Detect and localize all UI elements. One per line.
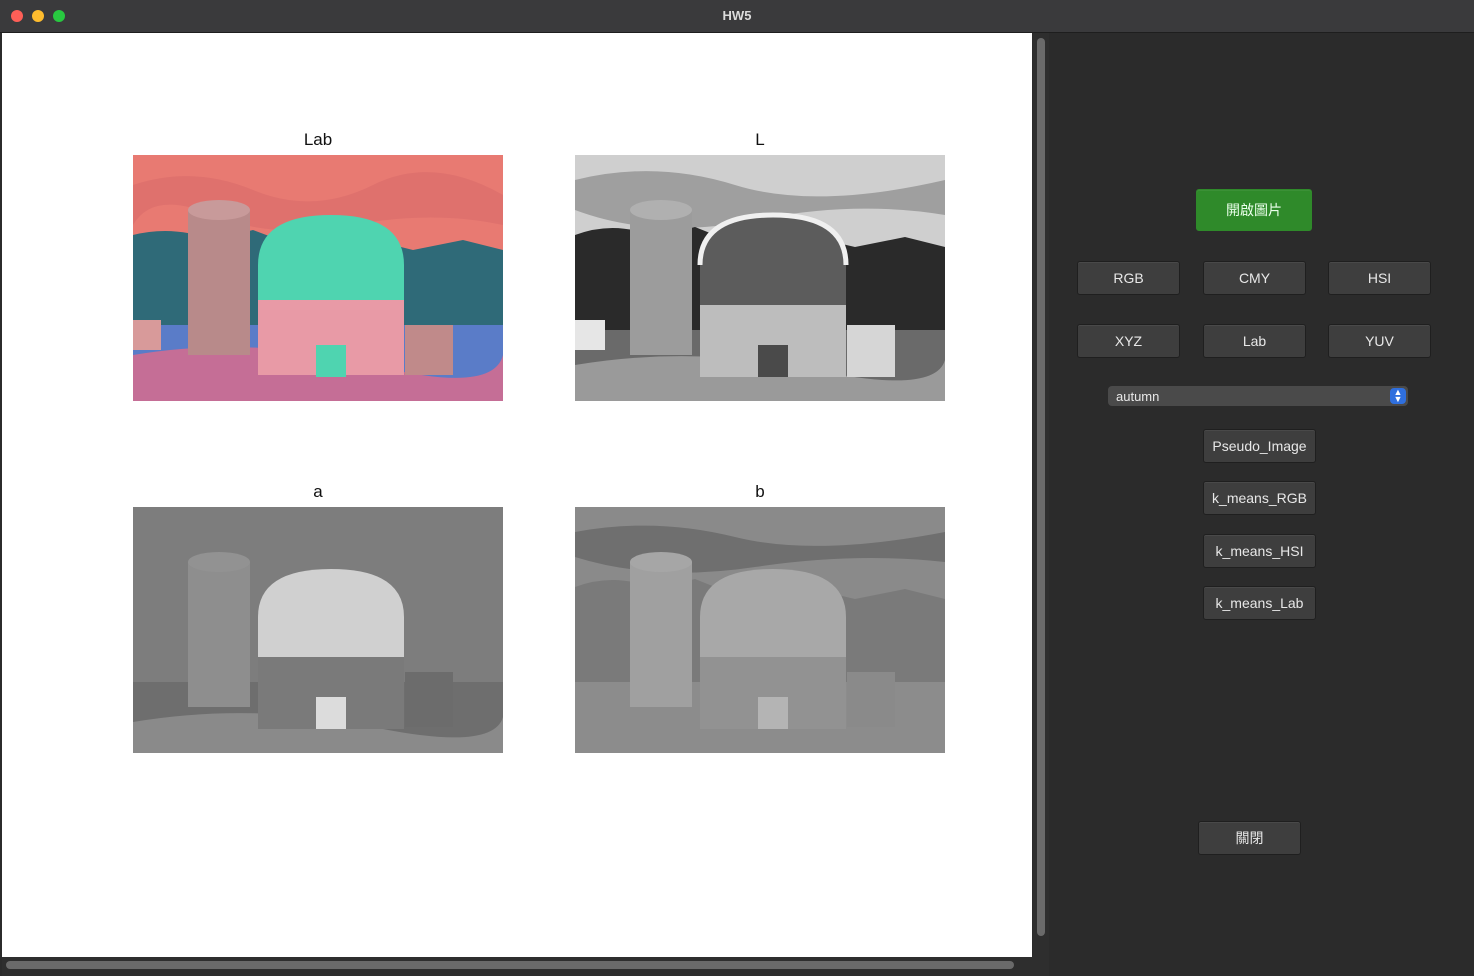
vertical-scrollbar-thumb[interactable]: [1037, 38, 1045, 936]
k-means-hsi-button[interactable]: k_means_HSI: [1203, 534, 1316, 568]
xyz-button[interactable]: XYZ: [1077, 324, 1180, 358]
a-image: [133, 507, 503, 753]
window-title: HW5: [722, 8, 752, 23]
pseudo-image-button[interactable]: Pseudo_Image: [1203, 429, 1316, 463]
plot-title-l: L: [755, 130, 765, 149]
yuv-button[interactable]: YUV: [1328, 324, 1431, 358]
hsi-button[interactable]: HSI: [1328, 261, 1431, 295]
colormap-select[interactable]: autumn ▲ ▼: [1108, 386, 1408, 406]
lab-button[interactable]: Lab: [1203, 324, 1306, 358]
l-image: [575, 155, 945, 401]
plot-title-b: b: [755, 482, 765, 501]
title-bar: HW5: [0, 0, 1474, 33]
plot-title-a: a: [313, 482, 323, 501]
open-image-button[interactable]: 開啟圖片: [1196, 189, 1312, 231]
rgb-button[interactable]: RGB: [1077, 261, 1180, 295]
horizontal-scrollbar-thumb[interactable]: [6, 961, 1014, 969]
plot-title-lab: Lab: [303, 130, 333, 149]
figure-canvas: Lab L a b: [2, 33, 1032, 957]
k-means-lab-button[interactable]: k_means_Lab: [1203, 586, 1316, 620]
lab-image: [133, 155, 503, 401]
k-means-rgb-button[interactable]: k_means_RGB: [1203, 481, 1316, 515]
b-image: [575, 507, 945, 753]
close-button[interactable]: 關閉: [1198, 821, 1301, 855]
colormap-select-value: autumn: [1116, 388, 1160, 404]
select-arrows-icon: ▲ ▼: [1390, 388, 1406, 404]
cmy-button[interactable]: CMY: [1203, 261, 1306, 295]
